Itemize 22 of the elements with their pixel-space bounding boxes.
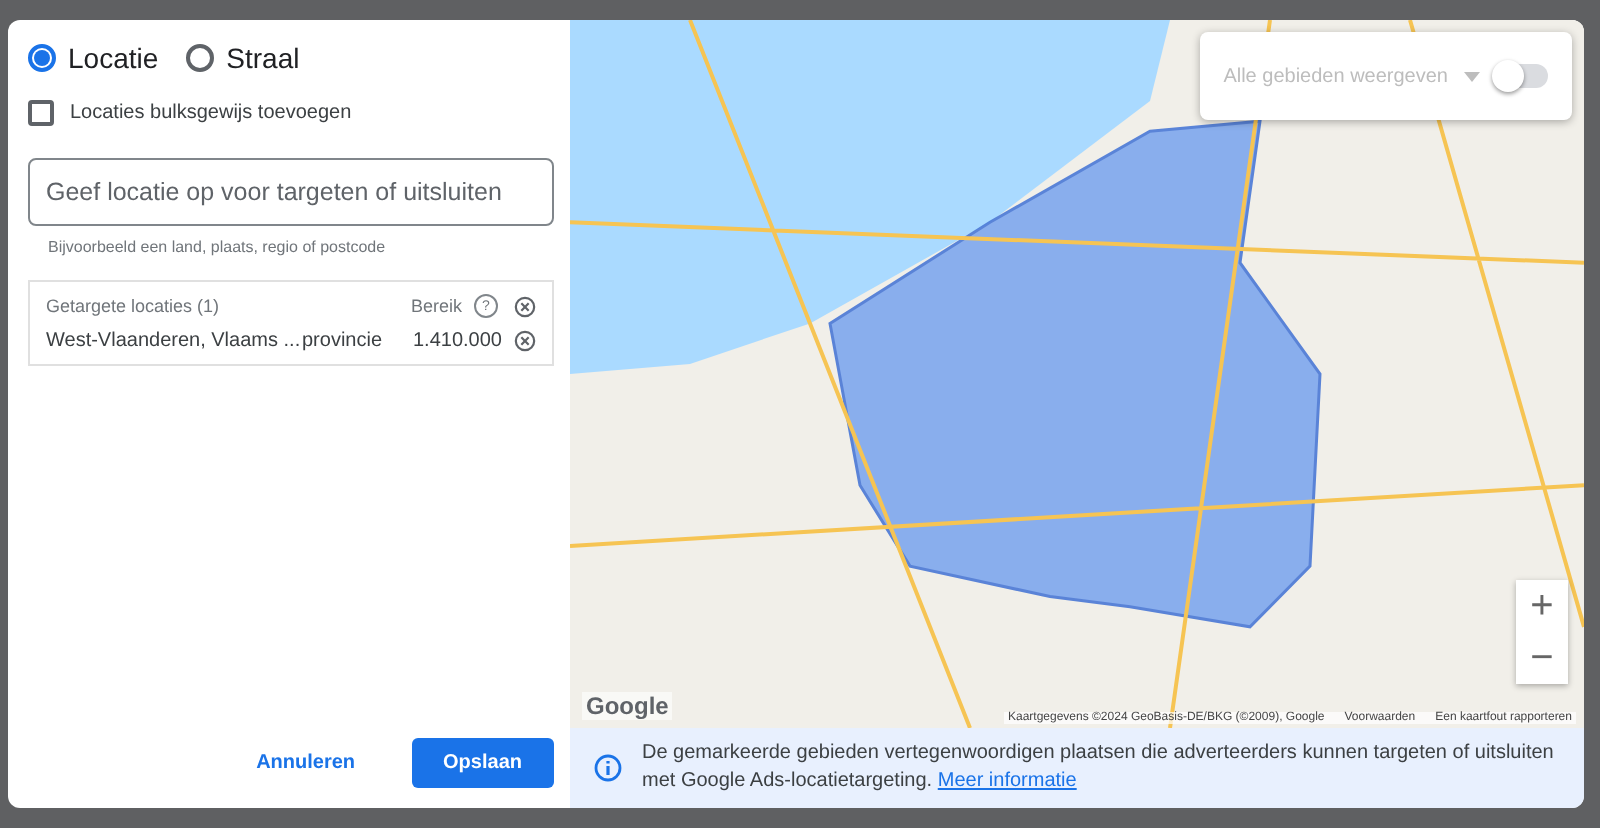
bulk-add-checkbox[interactable]: [28, 100, 54, 126]
bulk-add-label: Locaties bulksgewijs toevoegen: [70, 102, 352, 124]
info-icon: [594, 754, 622, 782]
reach-label: Bereik: [410, 296, 462, 316]
mode-radio[interactable]: Straal: [186, 42, 300, 74]
location-search-field[interactable]: Geef locatie op voor targeten of uitsluiten: [28, 158, 554, 226]
location-name: West-Vlaanderen, Vlaams ...: [46, 330, 302, 352]
targeted-title: Getargete locaties (1): [46, 296, 220, 316]
info-text: De gemarkeerde gebieden vertegenwoordigen plaatsen die adverteerders kunnen targeten of uitsluiten met Google Ads-locatietargeting. Meer informatie: [642, 740, 1556, 796]
save-button[interactable]: Opslaan: [411, 738, 554, 788]
location-type: provincie: [302, 330, 385, 352]
zoom-button[interactable]: +: [1516, 580, 1568, 632]
show-all-toggle[interactable]: [1496, 64, 1548, 88]
remove-icon[interactable]: [514, 295, 536, 317]
mode-radio[interactable]: Locatie: [28, 42, 159, 74]
search-hint: Bijvoorbeeld een land, plaats, regio of postcode: [48, 238, 388, 256]
zoom-button[interactable]: −: [1516, 632, 1568, 684]
location-reach: 1.410.000: [411, 330, 502, 352]
cancel-button[interactable]: Annuleren: [228, 740, 384, 786]
map-logo: Google: [582, 692, 673, 720]
remove-icon[interactable]: [514, 330, 536, 352]
more-info-link[interactable]: Meer informatie: [937, 770, 1077, 792]
